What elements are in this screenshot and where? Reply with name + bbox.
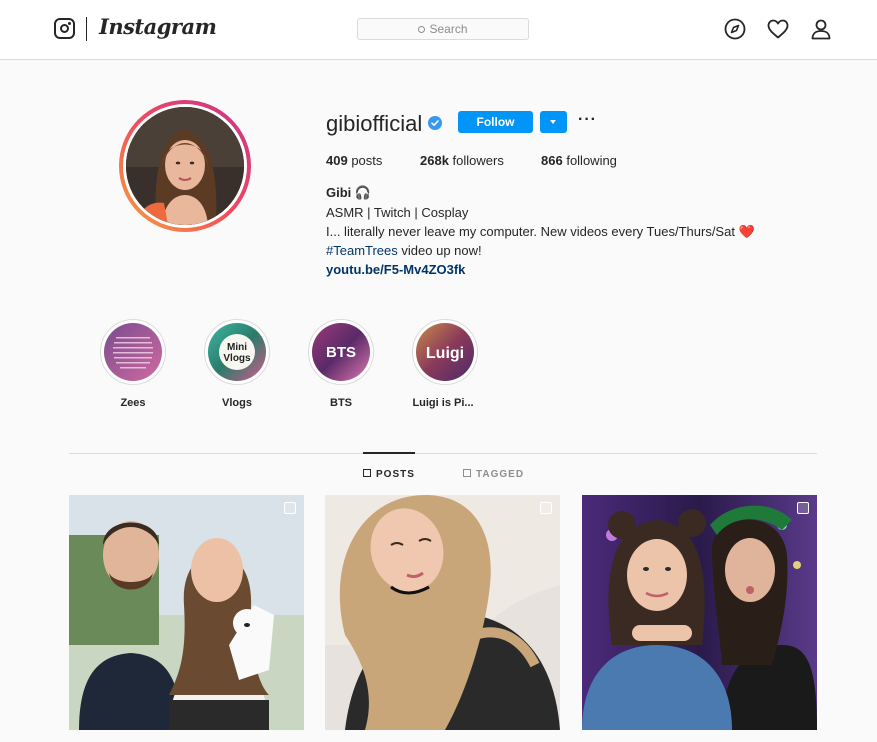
following-count-stat[interactable]: 866 following [541, 153, 617, 168]
highlight-label: Vlogs [222, 397, 252, 409]
tab-posts[interactable]: POSTS [363, 469, 415, 480]
followers-count-stat[interactable]: 268k followers [420, 153, 504, 168]
post-thumbnail[interactable] [69, 495, 304, 730]
story-highlight-zees[interactable] [100, 319, 166, 385]
search-placeholder: Search [429, 22, 468, 36]
tagged-icon [463, 469, 471, 477]
profile-username: gibiofficial [326, 111, 423, 136]
post-thumbnail[interactable] [582, 495, 817, 730]
highlight-label: Luigi is Pi... [412, 397, 474, 409]
active-tab-indicator [363, 452, 415, 454]
story-highlight-luigi[interactable]: Luigi [412, 319, 478, 385]
tabs-divider [69, 453, 817, 454]
bio-line: #TeamTrees video up now! [326, 243, 482, 258]
multiple-posts-icon [797, 502, 809, 514]
story-highlight-vlogs[interactable]: Mini Vlogs [204, 319, 270, 385]
suggested-accounts-dropdown-button[interactable] [540, 111, 567, 133]
bio-full-name: Gibi 🎧 [326, 185, 372, 200]
follow-button[interactable]: Follow [458, 111, 533, 133]
profile-avatar[interactable] [119, 100, 251, 232]
instagram-wordmark[interactable]: Instagram [99, 14, 217, 39]
bio-line: ASMR | Twitch | Cosplay [326, 205, 469, 220]
instagram-glyph-icon[interactable] [54, 18, 75, 39]
more-options-button[interactable]: ··· [578, 111, 597, 129]
avatar-photo [126, 107, 244, 225]
grid-icon [363, 469, 371, 477]
explore-compass-icon[interactable] [723, 17, 747, 41]
logo-divider [86, 17, 87, 41]
verified-badge-icon [428, 116, 442, 130]
top-navigation-bar: Instagram Search [0, 0, 877, 60]
search-input[interactable]: Search [357, 18, 529, 40]
highlight-cover-text: Mini [227, 342, 247, 353]
bio-line: I... literally never leave my computer. … [326, 224, 755, 239]
svg-text:Vlogs: Vlogs [223, 353, 251, 364]
highlight-label: Zees [120, 397, 146, 409]
story-highlight-bts[interactable]: BTS [308, 319, 374, 385]
posts-count-stat: 409 posts [326, 153, 383, 168]
multiple-posts-icon [540, 502, 552, 514]
highlight-cover-text: Luigi [426, 345, 464, 362]
post-thumbnail[interactable] [325, 495, 560, 730]
search-icon [418, 26, 426, 33]
bio-external-link[interactable]: youtu.be/F5-Mv4ZO3fk [326, 262, 465, 277]
hashtag-link[interactable]: #TeamTrees [326, 243, 398, 258]
multiple-posts-icon [284, 502, 296, 514]
highlight-label: BTS [330, 397, 352, 409]
highlight-cover-text: BTS [326, 344, 356, 361]
profile-icon[interactable] [809, 17, 833, 41]
tab-tagged[interactable]: TAGGED [463, 469, 524, 480]
heart-icon[interactable] [766, 17, 790, 41]
